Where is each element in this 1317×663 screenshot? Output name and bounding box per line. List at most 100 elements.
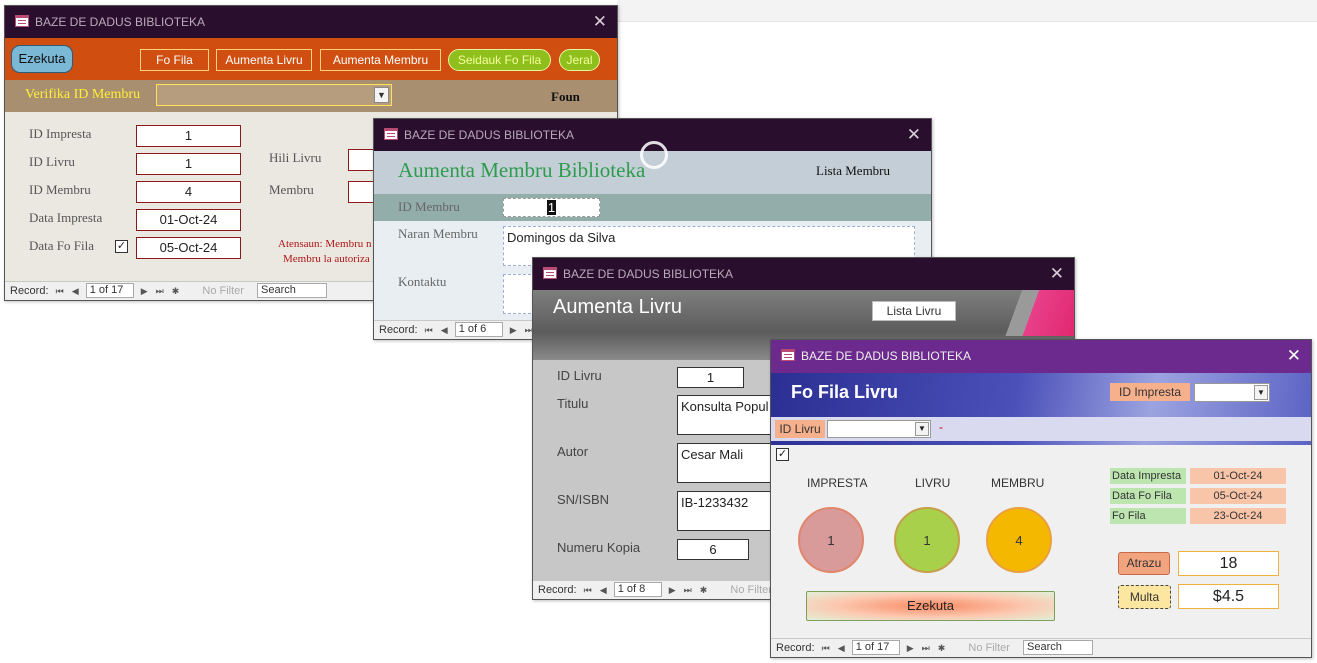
col-label-impresta: IMPRESTA xyxy=(807,476,868,490)
impresta-circle: 1 xyxy=(798,507,864,573)
window-title: BAZE DE DADUS BIBLIOTEKA xyxy=(801,349,972,363)
record-label: Record: xyxy=(379,324,418,336)
last-record-icon[interactable]: ⏭ xyxy=(156,282,164,300)
next-record-icon[interactable]: ▶ xyxy=(510,321,517,339)
id-livru-field[interactable]: 1 xyxy=(136,153,241,175)
prev-record-icon[interactable]: ◀ xyxy=(441,321,448,339)
fo-fila-value[interactable]: 23-Oct-24 xyxy=(1190,508,1286,524)
label-id-livru: ID Livru xyxy=(557,368,602,383)
id-impresta-label: ID Impresta xyxy=(1110,383,1190,401)
first-record-icon[interactable]: ⏮ xyxy=(425,321,433,339)
aumenta-livru-button[interactable]: Aumenta Livru xyxy=(216,49,312,71)
search-input[interactable]: Search xyxy=(1023,640,1094,655)
label-hili-livru: Hili Livru xyxy=(269,150,322,165)
multa-label: Multa xyxy=(1118,585,1171,609)
next-record-icon[interactable]: ▶ xyxy=(669,581,676,599)
window-title: BAZE DE DADUS BIBLIOTEKA xyxy=(35,15,206,29)
new-record-icon[interactable]: ✱ xyxy=(700,581,708,599)
id-membru-field[interactable]: 4 xyxy=(136,181,241,203)
title-bar[interactable]: BAZE DE DADUS BIBLIOTEKA ✕ xyxy=(771,340,1311,373)
data-impresta-value[interactable]: 01-Oct-24 xyxy=(1190,468,1286,484)
new-record-icon[interactable]: ✱ xyxy=(938,639,946,657)
id-membru-value: 1 xyxy=(546,200,557,215)
atensaun-text-1: Atensaun: Membru n xyxy=(278,238,372,250)
label-data-fo-fila: Data Fo Fila xyxy=(29,238,94,253)
data-fo-fila-field[interactable]: 05-Oct-24 xyxy=(136,237,241,259)
lista-membru-link[interactable]: Lista Membru xyxy=(816,163,890,179)
ezekuta-button[interactable]: Ezekuta xyxy=(11,45,73,73)
id-membru-field[interactable]: 1 xyxy=(503,198,600,217)
autor-field[interactable]: Cesar Mali xyxy=(677,443,777,483)
title-bar[interactable]: BAZE DE DADUS BIBLIOTEKA ✕ xyxy=(533,258,1074,290)
atrazu-field[interactable]: 18 xyxy=(1178,551,1279,576)
next-record-icon[interactable]: ▶ xyxy=(907,639,914,657)
aumenta-membru-button[interactable]: Aumenta Membru xyxy=(320,49,441,71)
titulu-field[interactable]: Konsulta Popul xyxy=(677,395,777,435)
first-record-icon[interactable]: ⏮ xyxy=(584,581,592,599)
chevron-down-icon[interactable]: ▼ xyxy=(915,422,929,436)
livru-circle: 1 xyxy=(894,507,960,573)
id-livru-status: - xyxy=(939,420,943,434)
window-title: BAZE DE DADUS BIBLIOTEKA xyxy=(563,267,734,281)
form-icon xyxy=(543,267,557,279)
record-position[interactable]: 1 of 17 xyxy=(85,283,134,298)
verifika-membru-combo[interactable]: ▼ xyxy=(156,84,392,106)
decor-pink-shape xyxy=(988,290,1074,336)
button-bar: Ezekuta Fo Fila Aumenta Livru Aumenta Me… xyxy=(5,38,617,80)
label-data-fo-fila: Data Fo Fila xyxy=(1110,488,1186,504)
done-checkbox[interactable]: ✓ xyxy=(776,448,789,461)
no-filter-button[interactable]: No Filter xyxy=(968,639,1010,657)
foun-link[interactable]: Foun xyxy=(551,89,580,105)
id-livru-combo[interactable]: ▼ xyxy=(827,420,931,438)
search-input[interactable]: Search xyxy=(257,283,328,298)
first-record-icon[interactable]: ⏮ xyxy=(822,639,830,657)
label-numeru-kopia: Numeru Kopia xyxy=(557,540,641,555)
record-position[interactable]: 1 of 17 xyxy=(851,640,900,655)
first-record-icon[interactable]: ⏮ xyxy=(56,282,64,300)
id-impresta-field[interactable]: 1 xyxy=(136,125,241,147)
record-position[interactable]: 1 of 6 xyxy=(454,322,503,337)
ezekuta-button[interactable]: Ezekuta xyxy=(806,591,1055,621)
chevron-down-icon[interactable]: ▼ xyxy=(374,87,389,103)
id-livru-label: ID Livru xyxy=(775,420,825,438)
last-record-icon[interactable]: ⏭ xyxy=(684,581,692,599)
col-label-membru: MEMBRU xyxy=(991,476,1045,490)
sn-isbn-field[interactable]: IB-1233432 xyxy=(677,491,777,531)
window-fo-fila-livru: BAZE DE DADUS BIBLIOTEKA ✕ Fo Fila Livru… xyxy=(770,339,1312,658)
label-id-livru: ID Livru xyxy=(29,154,75,169)
new-record-icon[interactable]: ✱ xyxy=(172,282,180,300)
prev-record-icon[interactable]: ◀ xyxy=(838,639,845,657)
id-impresta-combo[interactable]: ▼ xyxy=(1194,383,1270,402)
lista-livru-button[interactable]: Lista Livru xyxy=(872,301,956,321)
label-id-membru: ID Membru xyxy=(29,182,91,197)
numeru-kopia-field[interactable]: 6 xyxy=(677,539,749,560)
chevron-down-icon[interactable]: ▼ xyxy=(1254,385,1268,400)
jeral-button[interactable]: Jeral xyxy=(559,49,600,71)
last-record-icon[interactable]: ⏭ xyxy=(922,639,930,657)
record-label: Record: xyxy=(538,584,577,596)
id-livru-field[interactable]: 1 xyxy=(677,367,744,388)
close-icon[interactable]: ✕ xyxy=(907,119,921,151)
data-fo-fila-value[interactable]: 05-Oct-24 xyxy=(1190,488,1286,504)
close-icon[interactable]: ✕ xyxy=(1287,340,1301,372)
window-title: BAZE DE DADUS BIBLIOTEKA xyxy=(404,128,575,142)
label-id-impresta: ID Impresta xyxy=(29,126,92,141)
form-icon xyxy=(781,349,795,361)
next-record-icon[interactable]: ▶ xyxy=(141,282,148,300)
close-icon[interactable]: ✕ xyxy=(593,6,607,38)
label-naran-membru: Naran Membru xyxy=(398,226,478,241)
record-position[interactable]: 1 of 8 xyxy=(613,582,662,597)
prev-record-icon[interactable]: ◀ xyxy=(72,282,79,300)
fo-fila-button[interactable]: Fo Fila xyxy=(140,49,209,71)
no-filter-button[interactable]: No Filter xyxy=(730,581,772,599)
title-bar[interactable]: BAZE DE DADUS BIBLIOTEKA ✕ xyxy=(5,6,617,38)
data-fo-fila-checkbox[interactable]: ✓ xyxy=(115,240,128,253)
close-icon[interactable]: ✕ xyxy=(1050,258,1064,290)
data-impresta-field[interactable]: 01-Oct-24 xyxy=(136,209,241,231)
seidauk-fo-fila-button[interactable]: Seidauk Fo Fila xyxy=(448,49,551,71)
label-autor: Autor xyxy=(557,444,589,459)
id-livru-strip: ID Livru ▼ - xyxy=(771,417,1311,441)
prev-record-icon[interactable]: ◀ xyxy=(600,581,607,599)
no-filter-button[interactable]: No Filter xyxy=(202,282,244,300)
multa-field[interactable]: $4.5 xyxy=(1178,584,1279,609)
